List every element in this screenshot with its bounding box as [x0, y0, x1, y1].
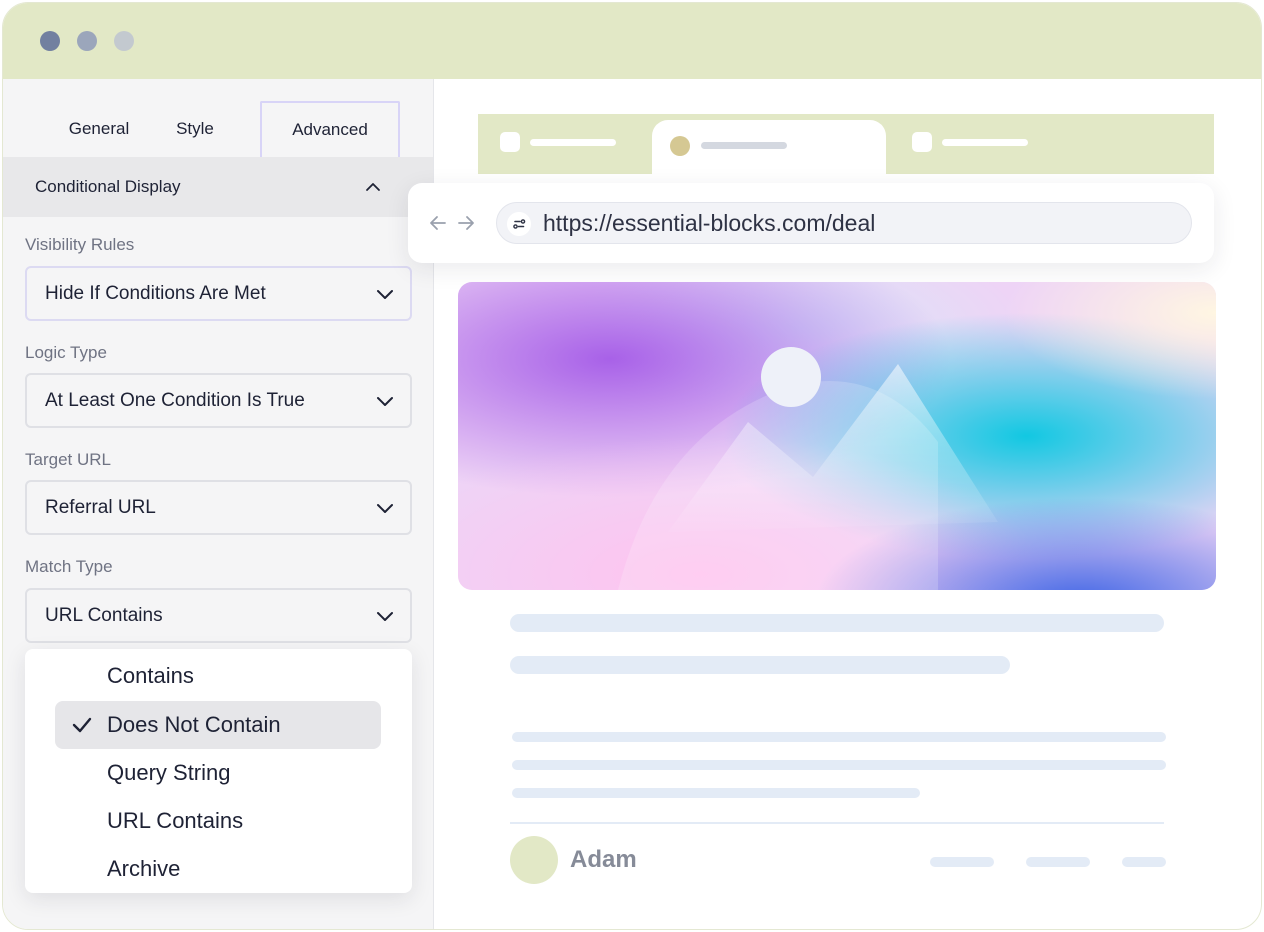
- visibility-rules-value: Hide If Conditions Are Met: [45, 282, 266, 304]
- meta-skeleton: [1026, 857, 1090, 867]
- option-does-not-contain[interactable]: Does Not Contain: [55, 701, 381, 749]
- text-skeleton-line: [512, 760, 1166, 770]
- chevron-down-icon: [377, 290, 393, 299]
- url-text: https://essential-blocks.com/deal: [543, 209, 876, 236]
- checkmark-icon: [72, 717, 92, 733]
- match-type-value: URL Contains: [45, 604, 163, 626]
- option-url-contains[interactable]: URL Contains: [55, 797, 381, 845]
- visibility-rules-label: Visibility Rules: [25, 235, 135, 254]
- target-url-value: Referral URL: [45, 496, 156, 518]
- hero-image: [458, 282, 1216, 590]
- visibility-rules-select[interactable]: Hide If Conditions Are Met: [25, 266, 412, 321]
- match-type-select[interactable]: URL Contains: [25, 588, 412, 643]
- tab-favicon-placeholder: [500, 132, 520, 152]
- active-tab-favicon: [670, 136, 690, 156]
- logic-type-select[interactable]: At Least One Condition Is True: [25, 373, 412, 428]
- author-avatar: [510, 836, 558, 884]
- maximize-dot[interactable]: [114, 31, 134, 51]
- site-settings-icon[interactable]: [507, 212, 531, 236]
- match-type-label: Match Type: [25, 557, 113, 576]
- author-name: Adam: [570, 846, 637, 873]
- chevron-up-icon: [366, 183, 380, 191]
- text-skeleton-line: [510, 614, 1164, 632]
- browser-urlbar: https://essential-blocks.com/deal: [408, 183, 1214, 263]
- chevron-down-icon: [377, 612, 393, 621]
- meta-skeleton: [1122, 857, 1166, 867]
- meta-skeleton: [930, 857, 994, 867]
- tab-favicon-placeholder: [912, 132, 932, 152]
- tab-style[interactable]: Style: [153, 101, 237, 157]
- settings-sidebar: General Style Advanced Conditional Displ…: [3, 79, 434, 929]
- logic-type-label: Logic Type: [25, 343, 107, 362]
- chevron-down-icon: [377, 504, 393, 513]
- option-archive[interactable]: Archive: [55, 845, 381, 893]
- window-titlebar: [3, 3, 1261, 79]
- text-skeleton-line: [510, 656, 1010, 674]
- tab-advanced[interactable]: Advanced: [260, 101, 400, 157]
- tab-title-placeholder: [942, 139, 1028, 146]
- settings-tabs: General Style Advanced: [3, 79, 433, 157]
- forward-arrow-icon[interactable]: [456, 213, 476, 233]
- logic-type-value: At Least One Condition Is True: [45, 389, 305, 411]
- tab-title-placeholder: [530, 139, 616, 146]
- conditional-display-header[interactable]: Conditional Display: [3, 157, 433, 217]
- text-skeleton-line: [512, 788, 920, 798]
- chevron-down-icon: [377, 397, 393, 406]
- target-url-select[interactable]: Referral URL: [25, 480, 412, 535]
- option-query-string[interactable]: Query String: [55, 749, 381, 797]
- close-dot[interactable]: [40, 31, 60, 51]
- text-skeleton-line: [512, 732, 1166, 742]
- option-label: Does Not Contain: [107, 712, 281, 737]
- section-title: Conditional Display: [35, 177, 181, 196]
- option-contains[interactable]: Contains: [55, 652, 381, 700]
- image-placeholder-icon: [458, 282, 1216, 590]
- minimize-dot[interactable]: [77, 31, 97, 51]
- tab-general[interactable]: General: [55, 101, 143, 157]
- target-url-label: Target URL: [25, 450, 111, 469]
- active-tab-title-placeholder: [701, 142, 787, 149]
- back-arrow-icon[interactable]: [428, 213, 448, 233]
- match-type-dropdown: Contains Does Not Contain Query String U…: [25, 649, 412, 893]
- url-input[interactable]: https://essential-blocks.com/deal: [496, 202, 1192, 244]
- content-divider: [510, 822, 1164, 824]
